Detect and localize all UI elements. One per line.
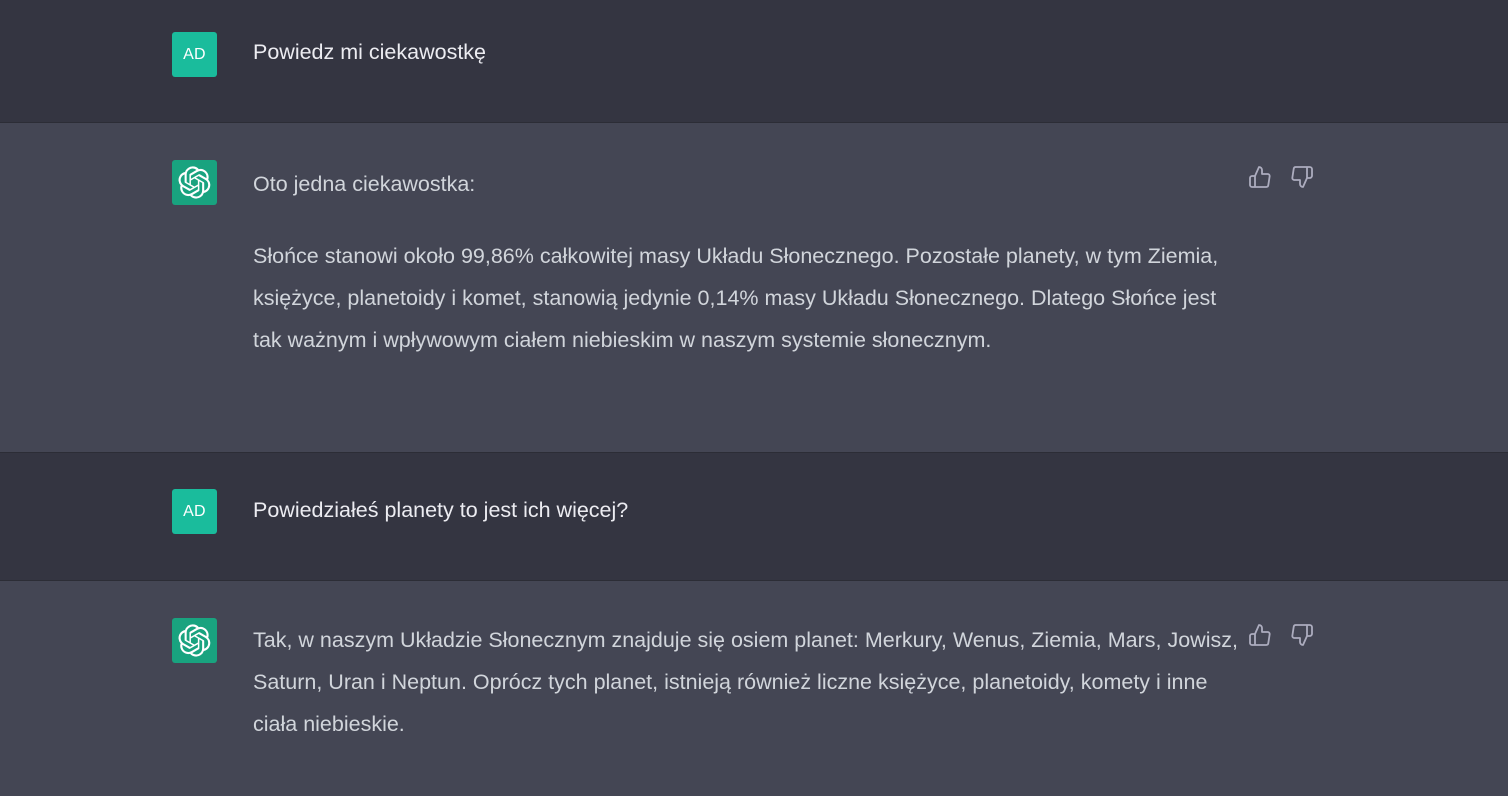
thumbs-up-icon <box>1249 624 1271 646</box>
message-paragraph: Powiedz mi ciekawostkę <box>253 40 487 64</box>
thumbs-down-button[interactable] <box>1290 623 1314 647</box>
feedback-buttons <box>1248 623 1314 647</box>
assistant-avatar <box>172 160 217 205</box>
assistant-message: Oto jedna ciekawostka: Słońce stanowi ok… <box>0 123 1508 453</box>
chat-thread: AD Powiedz mi ciekawostkę Oto jedna ciek… <box>0 0 1508 796</box>
message-text: Powiedz mi ciekawostkę <box>253 31 1243 73</box>
user-message: AD Powiedziałeś planety to jest ich więc… <box>0 453 1508 581</box>
assistant-message: Tak, w naszym Układzie Słonecznym znajdu… <box>0 581 1508 796</box>
avatar-initials: AD <box>183 45 206 63</box>
thumbs-down-button[interactable] <box>1290 165 1314 189</box>
message-paragraph: Oto jedna ciekawostka: <box>253 172 476 196</box>
thumbs-down-icon <box>1291 166 1313 188</box>
thumbs-up-button[interactable] <box>1248 623 1272 647</box>
message-text: Tak, w naszym Układzie Słonecznym znajdu… <box>253 619 1243 745</box>
thumbs-up-icon <box>1249 166 1271 188</box>
avatar-initials: AD <box>183 502 206 520</box>
assistant-avatar <box>172 618 217 663</box>
user-avatar: AD <box>172 489 217 534</box>
message-paragraph: Powiedziałeś planety to jest ich więcej? <box>253 498 629 522</box>
openai-logo-icon <box>178 166 211 199</box>
feedback-buttons <box>1248 165 1314 189</box>
message-text: Powiedziałeś planety to jest ich więcej? <box>253 489 1243 531</box>
user-avatar: AD <box>172 32 217 77</box>
message-paragraph: Słońce stanowi około 99,86% całkowitej m… <box>253 244 1219 352</box>
user-message: AD Powiedz mi ciekawostkę <box>0 0 1508 123</box>
message-text: Oto jedna ciekawostka: Słońce stanowi ok… <box>253 163 1243 361</box>
thumbs-down-icon <box>1291 624 1313 646</box>
openai-logo-icon <box>178 624 211 657</box>
message-paragraph: Tak, w naszym Układzie Słonecznym znajdu… <box>253 628 1238 736</box>
thumbs-up-button[interactable] <box>1248 165 1272 189</box>
